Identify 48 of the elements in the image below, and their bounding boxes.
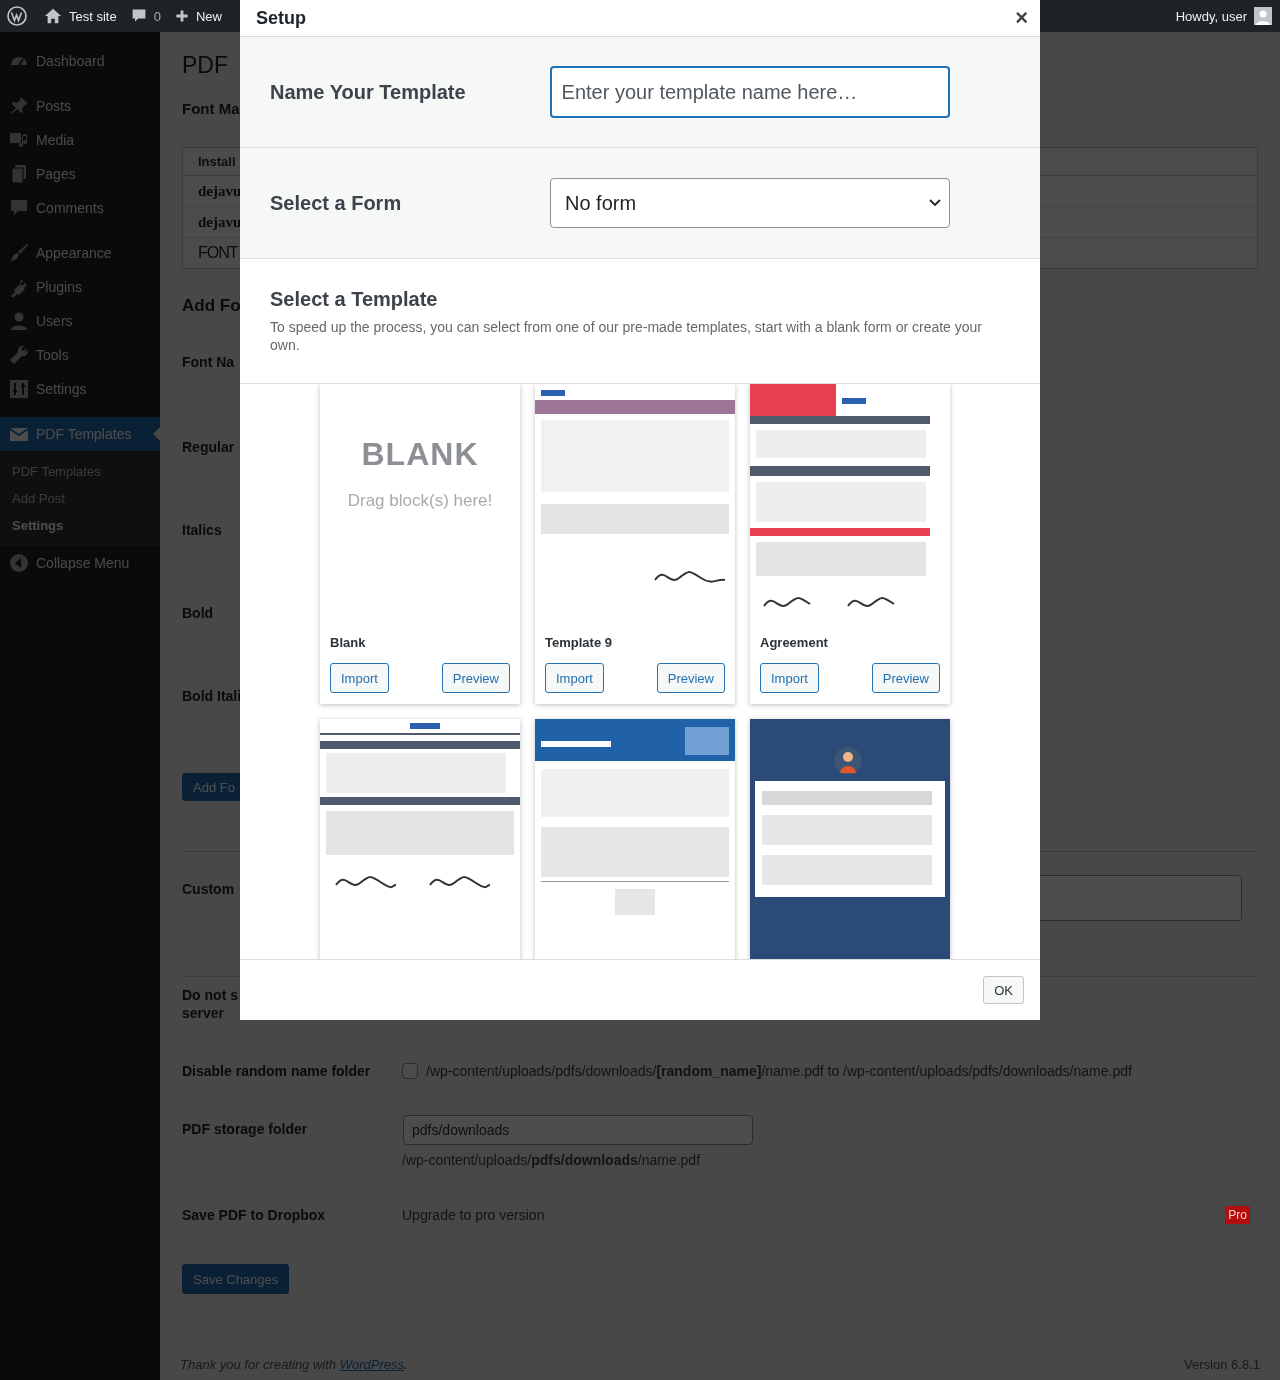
home-icon — [44, 7, 62, 25]
field-label: PDF storage folder — [182, 1120, 309, 1139]
section-heading: Font Ma — [182, 99, 240, 119]
field-label: Bold Itali — [182, 687, 242, 706]
template-title: Template 9 — [544, 634, 613, 651]
form-select[interactable]: No form — [550, 178, 950, 228]
preview-button[interactable]: Preview — [441, 663, 510, 693]
blank-heading: BLANK — [361, 436, 479, 473]
field-label: Regular — [182, 438, 235, 457]
template-card[interactable]: BLANK Drag block(s) here! Blank Import Preview — [320, 384, 520, 704]
wordpress-link[interactable]: WordPress — [339, 1357, 404, 1372]
field-label: Italics — [182, 521, 222, 540]
template-title: Blank — [329, 634, 367, 651]
template-card[interactable]: Agreement Import Preview — [750, 384, 950, 704]
import-button[interactable]: Import — [545, 663, 604, 693]
site-link[interactable]: Test site — [37, 0, 124, 32]
close-button[interactable]: × — [1015, 7, 1028, 29]
template-name-field[interactable]: Enter your template name here… — [549, 66, 950, 118]
import-button[interactable]: Import — [760, 663, 819, 693]
field-label: Custom — [182, 880, 236, 899]
field-label: Name Your Template — [270, 80, 467, 104]
description-text: To speed up the process, you can select from one of our pre-made templates, start with a blank form or create your own. — [270, 318, 984, 354]
avatar-icon — [1254, 7, 1272, 25]
new-link[interactable]: New — [167, 0, 229, 32]
ok-button[interactable]: OK — [983, 976, 1024, 1004]
import-button[interactable]: Import — [330, 663, 389, 693]
page-title: PDF — [182, 51, 228, 80]
template-title: Agreement — [759, 634, 829, 651]
field-label: Font Na — [182, 353, 235, 372]
field-label: Do not s server — [182, 986, 238, 1022]
wordpress-logo-icon — [7, 6, 27, 26]
comment-icon — [130, 8, 147, 24]
field-label: Bold — [182, 604, 214, 623]
pro-badge: Pro — [1225, 1206, 1250, 1224]
comments-link[interactable]: 0 — [123, 0, 168, 32]
blank-hint: Drag block(s) here! — [347, 491, 493, 511]
field-label: Disable random name folder — [182, 1062, 372, 1081]
dialog-title: Setup — [256, 7, 306, 29]
template-card[interactable]: Template 9 Import Preview — [535, 384, 735, 704]
section-heading: Select a Template — [270, 287, 439, 312]
preview-button[interactable]: Preview — [871, 663, 940, 693]
section-heading: Add Fo — [182, 295, 241, 317]
preview-button[interactable]: Preview — [656, 663, 725, 693]
plus-icon — [174, 9, 189, 23]
chevron-down-icon — [929, 199, 941, 207]
account-menu[interactable]: Howdy, user — [1168, 0, 1280, 32]
table-cell-text: FONT — [197, 243, 240, 263]
field-label: Save PDF to Dropbox — [182, 1206, 327, 1225]
